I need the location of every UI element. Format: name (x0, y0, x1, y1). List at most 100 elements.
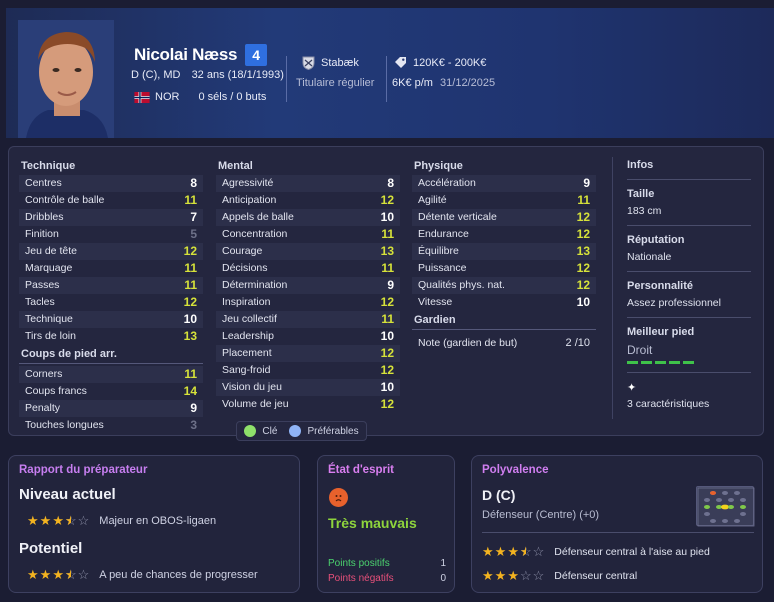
technique-list: Centres 8 Contrôle de balle 11 Dribbles 7 Fini… (19, 175, 203, 345)
physique-attribute-row[interactable]: Vitesse 10 (412, 294, 596, 311)
traits-row[interactable]: ✦ (627, 381, 754, 394)
mental-attribute-row[interactable]: Agressivité 8 (216, 175, 400, 192)
attribute-value: 10 (576, 295, 590, 309)
technique-title: Technique (21, 160, 76, 172)
height-label: Taille (627, 188, 655, 200)
attribute-value: 11 (381, 312, 394, 326)
attribute-value: 11 (184, 261, 197, 275)
versatility-card[interactable]: Polyvalence D (C) Défenseur (Centre) (+0… (471, 455, 763, 593)
squad-status: Titulaire régulier (296, 77, 375, 89)
star-icon: ☆★ (64, 567, 77, 582)
nationality-text[interactable]: NOR (155, 91, 179, 103)
star-icon: ☆★ (64, 513, 77, 528)
divider (627, 271, 751, 272)
positive-points-label: Points positifs (328, 558, 390, 569)
technique-attribute-row[interactable]: Contrôle de balle 11 (19, 192, 203, 209)
attribute-value: 11 (577, 193, 590, 207)
main-position-detail: Défenseur (Centre) (+0) (482, 509, 600, 521)
set-pieces-list: Corners 11 Coups francs 14 Penalty 9 Touches l… (19, 366, 203, 434)
mental-attribute-row[interactable]: Placement 12 (216, 345, 400, 362)
physique-attribute-row[interactable]: Puissance 12 (412, 260, 596, 277)
coach-report-card[interactable]: Rapport du préparateur Niveau actuel ★ ★ ★… (8, 455, 300, 593)
mental-attribute-row[interactable]: Volume de jeu 12 (216, 396, 400, 413)
physique-attribute-row[interactable]: Agilité 11 (412, 192, 596, 209)
technique-attribute-row[interactable]: Tirs de loin 13 (19, 328, 203, 345)
physique-attribute-row[interactable]: Qualités phys. nat. 12 (412, 277, 596, 294)
player-name: Nicolai Næss (134, 45, 238, 64)
star-icon: ☆ (77, 513, 90, 528)
attribute-value: 11 (184, 367, 197, 381)
mental-attribute-row[interactable]: Sang-froid 12 (216, 362, 400, 379)
attribute-value: 12 (380, 346, 394, 360)
set_pieces-attribute-row[interactable]: Coups francs 14 (19, 383, 203, 400)
positive-points-row: Points positifs 1 (328, 558, 446, 569)
star-icon: ☆ (519, 568, 532, 583)
mental-column: Mental Agressivité 8 Anticipation 12 Appels … (216, 157, 400, 413)
attribute-label: Corners (25, 368, 63, 380)
attribute-value: 11 (184, 278, 197, 292)
legend-preferred-label: Préférables (307, 425, 359, 437)
goalkeeper-rating-value: 2 /10 (565, 337, 590, 349)
technique-attribute-row[interactable]: Finition 5 (19, 226, 203, 243)
club-name[interactable]: Stabæk (321, 57, 359, 69)
mental-attribute-row[interactable]: Vision du jeu 10 (216, 379, 400, 396)
versatility-title: Polyvalence (482, 464, 549, 476)
mental-attribute-row[interactable]: Inspiration 12 (216, 294, 400, 311)
star-icon: ★ (39, 567, 52, 582)
morale-card[interactable]: État d'esprit Très mauvais Points positi… (317, 455, 455, 593)
traits-text[interactable]: 3 caractéristiques (627, 398, 754, 410)
attribute-label: Agressivité (222, 177, 274, 189)
mental-attribute-row[interactable]: Décisions 11 (216, 260, 400, 277)
negative-points-label: Points négatifs (328, 573, 394, 584)
attribute-label: Courage (222, 245, 263, 257)
club-row[interactable]: Stabæk (302, 56, 359, 70)
infos-column: Infos Taille 183 cm Réputation Nationale… (612, 157, 754, 419)
mental-attribute-row[interactable]: Anticipation 12 (216, 192, 400, 209)
attribute-label: Concentration (222, 228, 288, 240)
technique-attribute-row[interactable]: Centres 8 (19, 175, 203, 192)
role-stars: ★★★☆★☆ (482, 544, 544, 560)
role-list: ★★★☆★☆Défenseur central à l'aise au pied… (482, 540, 754, 588)
technique-attribute-row[interactable]: Technique 10 (19, 311, 203, 328)
role-stars: ★ ★ ★ ☆ ☆ (482, 568, 544, 584)
foot-bar-segment (627, 361, 638, 364)
attribute-label: Accélération (418, 177, 476, 189)
technique-attribute-row[interactable]: Jeu de tête 12 (19, 243, 203, 260)
set_pieces-attribute-row[interactable]: Touches longues 3 (19, 417, 203, 434)
star-icon: ★ (494, 544, 507, 559)
mental-attribute-row[interactable]: Concentration 11 (216, 226, 400, 243)
attribute-label: Sang-froid (222, 364, 271, 376)
role-row[interactable]: ★ ★ ★ ☆ ☆ Défenseur central (482, 564, 754, 588)
physique-attribute-row[interactable]: Détente verticale 12 (412, 209, 596, 226)
attribute-label: Passes (25, 279, 60, 291)
mental-attribute-row[interactable]: Courage 13 (216, 243, 400, 260)
current-ability-stars: ★★★☆★☆ (27, 513, 89, 529)
star-icon: ☆ (77, 567, 90, 582)
potential-label: Potentiel (19, 540, 83, 557)
wage-text: 6K€ p/m (392, 77, 433, 89)
technique-attribute-row[interactable]: Tacles 12 (19, 294, 203, 311)
physique-attribute-row[interactable]: Équilibre 13 (412, 243, 596, 260)
role-row[interactable]: ★★★☆★☆Défenseur central à l'aise au pied (482, 540, 754, 564)
mental-attribute-row[interactable]: Appels de balle 10 (216, 209, 400, 226)
goalkeeper-rating-label: Note (gardien de but) (418, 337, 518, 349)
star-icon: ★ (482, 568, 494, 583)
set_pieces-attribute-row[interactable]: Corners 11 (19, 366, 203, 383)
mental-attribute-row[interactable]: Jeu collectif 11 (216, 311, 400, 328)
goalkeeper-rating-row[interactable]: Note (gardien de but) 2 /10 (412, 332, 596, 354)
mental-attribute-row[interactable]: Leadership 10 (216, 328, 400, 345)
physique-attribute-row[interactable]: Accélération 9 (412, 175, 596, 192)
technique-attribute-row[interactable]: Marquage 11 (19, 260, 203, 277)
price-tag-icon (395, 57, 406, 68)
attribute-label: Inspiration (222, 296, 271, 308)
attribute-legend: Clé Préférables (236, 421, 367, 441)
set-pieces-title: Coups de pied arr. (21, 348, 117, 360)
physique-attribute-row[interactable]: Endurance 12 (412, 226, 596, 243)
technique-attribute-row[interactable]: Passes 11 (19, 277, 203, 294)
attribute-value: 13 (183, 329, 197, 343)
mental-attribute-row[interactable]: Détermination 9 (216, 277, 400, 294)
set_pieces-attribute-row[interactable]: Penalty 9 (19, 400, 203, 417)
technique-attribute-row[interactable]: Dribbles 7 (19, 209, 203, 226)
star-icon: ★ (39, 513, 52, 528)
divider (627, 225, 751, 226)
